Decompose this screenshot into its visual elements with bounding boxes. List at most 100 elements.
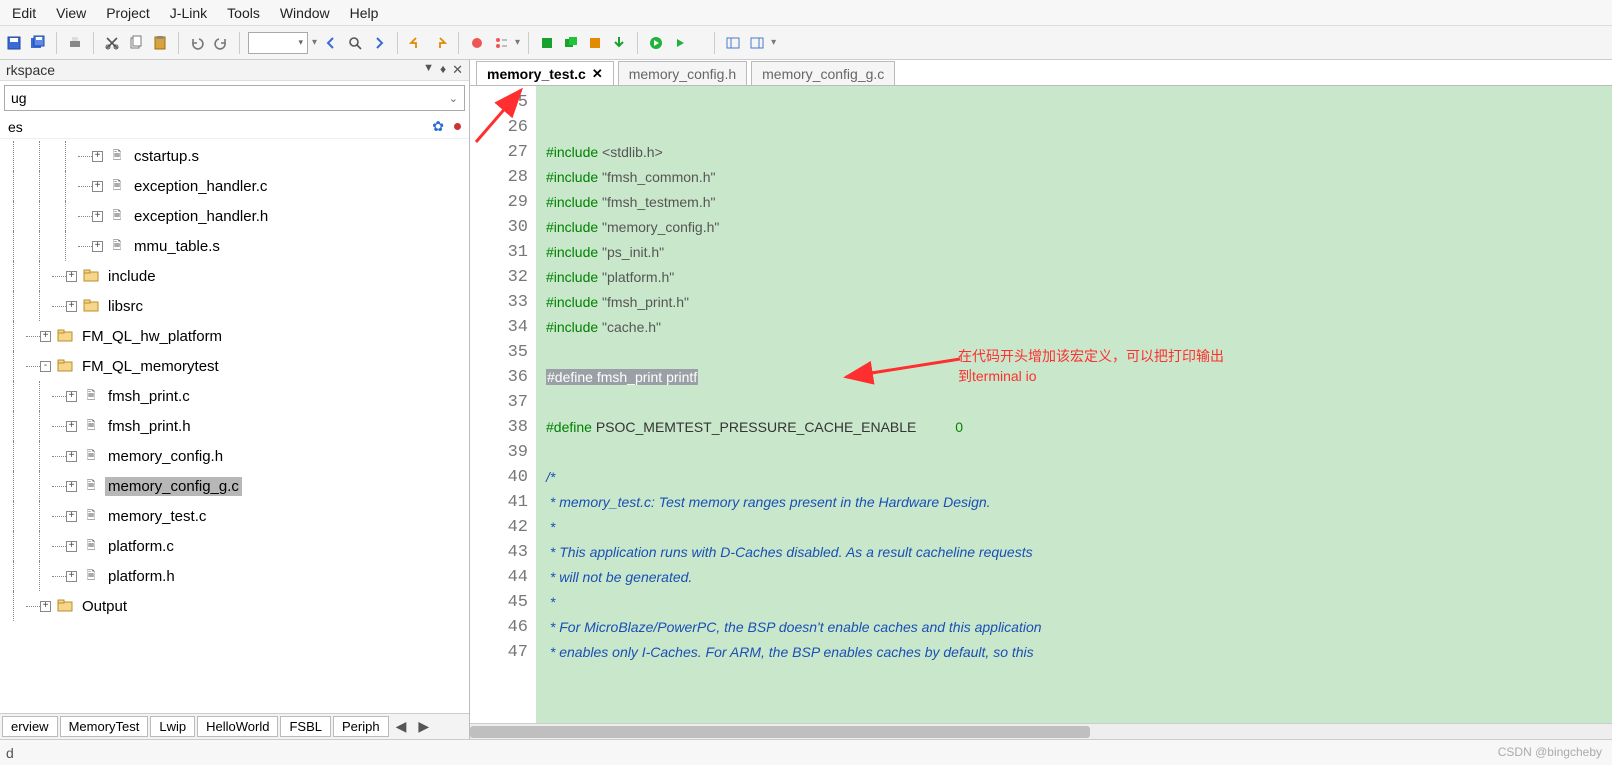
tree-expander[interactable]: + (66, 271, 77, 282)
menu-j-link[interactable]: J-Link (160, 3, 217, 23)
workspace-tab[interactable]: HelloWorld (197, 716, 278, 737)
tree-item[interactable]: +🗎memory_config_g.c (0, 471, 469, 501)
tree-expander[interactable]: + (92, 211, 103, 222)
tree-item[interactable]: +🗎memory_test.c (0, 501, 469, 531)
gear-icon[interactable]: ✿ (432, 118, 444, 135)
menu-help[interactable]: Help (340, 3, 389, 23)
stop-build-icon[interactable] (585, 33, 605, 53)
find-icon[interactable] (345, 33, 365, 53)
tree-item[interactable]: +include (0, 261, 469, 291)
tree-expander[interactable]: + (40, 601, 51, 612)
file-icon: 🗎 (83, 538, 99, 554)
bookmark-prev-icon[interactable] (406, 33, 426, 53)
file-icon: 🗎 (83, 418, 99, 434)
panel-restore-icon[interactable]: ♦ (440, 62, 446, 78)
workspace-tabs-nav[interactable]: ◀ (390, 718, 413, 735)
workspace-tab[interactable]: erview (2, 716, 58, 737)
breakpoint-toggle-icon[interactable] (467, 33, 487, 53)
editor-tab[interactable]: memory_config.h (618, 61, 747, 85)
tree-label: platform.c (105, 537, 177, 556)
tree-expander[interactable]: + (92, 181, 103, 192)
tree-item[interactable]: +🗎exception_handler.h (0, 201, 469, 231)
tree-expander[interactable]: + (66, 481, 77, 492)
undo-icon[interactable] (187, 33, 207, 53)
tree-item[interactable]: +🗎fmsh_print.h (0, 411, 469, 441)
menu-tools[interactable]: Tools (217, 3, 270, 23)
workspace-tab[interactable]: FSBL (280, 716, 331, 737)
workspace-tabs-nav[interactable]: ▶ (412, 718, 435, 735)
tree-expander[interactable]: + (40, 331, 51, 342)
tree-label: fmsh_print.c (105, 387, 193, 406)
tree-item[interactable]: +Output (0, 591, 469, 621)
tree-expander[interactable]: + (66, 421, 77, 432)
tree-item[interactable]: +🗎cstartup.s (0, 141, 469, 171)
menu-window[interactable]: Window (270, 3, 340, 23)
tree-expander[interactable]: + (66, 391, 77, 402)
tree-expander[interactable]: + (66, 571, 77, 582)
menu-bar: EditViewProjectJ-LinkToolsWindowHelp (0, 0, 1612, 26)
main-toolbar: ▾ ▾ ▾ (0, 26, 1612, 60)
tree-expander[interactable]: + (92, 151, 103, 162)
nav-forward-icon[interactable] (369, 33, 389, 53)
status-dot (454, 123, 461, 130)
build-icon[interactable] (537, 33, 557, 53)
panel-dropdown-icon[interactable]: ▼ (423, 62, 434, 78)
tree-item[interactable]: -FM_QL_memorytest (0, 351, 469, 381)
workspace-tab[interactable]: Lwip (150, 716, 195, 737)
run-icon[interactable] (646, 33, 666, 53)
build-all-icon[interactable] (561, 33, 581, 53)
tree-expander[interactable]: + (92, 241, 103, 252)
tree-item[interactable]: +FM_QL_hw_platform (0, 321, 469, 351)
close-tab-icon[interactable]: ✕ (592, 66, 603, 82)
layout2-icon[interactable] (747, 33, 767, 53)
print-icon[interactable] (65, 33, 85, 53)
config-dropdown[interactable]: ug ⌄ (4, 85, 465, 111)
code-area[interactable]: #include <stdlib.h>#include "fmsh_common… (536, 86, 1612, 723)
tree-item[interactable]: +🗎platform.h (0, 561, 469, 591)
tree-expander[interactable]: + (66, 511, 77, 522)
tree-item[interactable]: +🗎mmu_table.s (0, 231, 469, 261)
file-icon: 🗎 (83, 508, 99, 524)
file-icon: 🗎 (83, 388, 99, 404)
tree-item[interactable]: +libsrc (0, 291, 469, 321)
tree-item[interactable]: +🗎exception_handler.c (0, 171, 469, 201)
project-tree[interactable]: +🗎cstartup.s+🗎exception_handler.c+🗎excep… (0, 139, 469, 713)
copy-icon[interactable] (126, 33, 146, 53)
search-combo[interactable] (248, 32, 308, 54)
editor-horizontal-scrollbar[interactable] (470, 723, 1612, 739)
cut-icon[interactable] (102, 33, 122, 53)
workspace-tab[interactable]: MemoryTest (60, 716, 149, 737)
tree-expander[interactable]: - (40, 361, 51, 372)
paste-icon[interactable] (150, 33, 170, 53)
tree-expander[interactable]: + (66, 451, 77, 462)
editor-tab-label: memory_config.h (629, 66, 736, 82)
tree-expander[interactable]: + (66, 541, 77, 552)
layout1-icon[interactable] (723, 33, 743, 53)
breakpoint-list-icon[interactable] (491, 33, 511, 53)
panel-close-icon[interactable]: ✕ (452, 62, 463, 78)
folder-icon (57, 328, 73, 344)
nav-back-icon[interactable] (321, 33, 341, 53)
workspace-tab[interactable]: Periph (333, 716, 389, 737)
redo-icon[interactable] (211, 33, 231, 53)
bookmark-next-icon[interactable] (430, 33, 450, 53)
save-all-icon[interactable] (28, 33, 48, 53)
workspace-panel: rkspace ▼ ♦ ✕ ug ⌄ es ✿ +🗎cstartup.s+🗎ex… (0, 60, 470, 739)
tree-item[interactable]: +🗎memory_config.h (0, 441, 469, 471)
files-label: es (8, 119, 23, 135)
tree-label: exception_handler.c (131, 177, 270, 196)
download-icon[interactable] (609, 33, 629, 53)
folder-icon (57, 358, 73, 374)
menu-project[interactable]: Project (96, 3, 160, 23)
tree-label: exception_handler.h (131, 207, 271, 226)
tree-item[interactable]: + 🗎 fmsh_print.c (0, 381, 469, 411)
save-icon[interactable] (4, 33, 24, 53)
tree-item[interactable]: + 🗎 platform.c (0, 531, 469, 561)
editor-tab[interactable]: memory_config_g.c (751, 61, 895, 85)
editor-tab[interactable]: memory_test.c✕ (476, 61, 614, 85)
menu-edit[interactable]: Edit (2, 3, 46, 23)
file-icon: 🗎 (83, 568, 99, 584)
debug-icon[interactable] (670, 33, 690, 53)
menu-view[interactable]: View (46, 3, 96, 23)
tree-expander[interactable]: + (66, 301, 77, 312)
